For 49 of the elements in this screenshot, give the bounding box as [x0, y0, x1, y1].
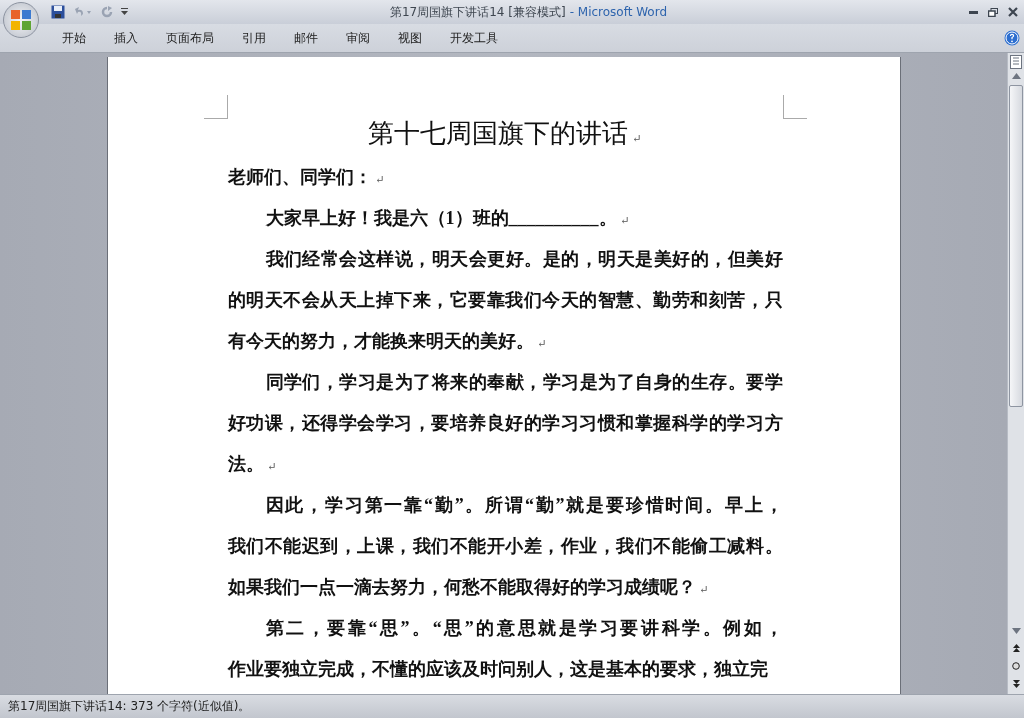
vertical-scrollbar[interactable] — [1007, 53, 1024, 694]
status-text: 第17周国旗下讲话14: 373 个字符(近似值)。 — [8, 698, 251, 715]
paragraph-mark: ↵ — [375, 173, 385, 185]
window-title: 第17周国旗下讲话14 [兼容模式] — [389, 4, 566, 19]
paragraph-mark: ↵ — [537, 337, 547, 349]
customize-caret-icon[interactable] — [121, 8, 128, 16]
close-icon[interactable] — [1008, 7, 1018, 17]
ribbon-tab[interactable]: 开始 — [48, 26, 100, 50]
text-line: 法。 — [227, 454, 264, 474]
text-line: 我们经常会这样说，明天会更好。是的，明天是美好的，但美好 — [265, 249, 783, 269]
ribbon-tab[interactable]: 引用 — [228, 26, 280, 50]
text-line: 好功课，还得学会学习，要培养良好的学习习惯和掌握科学的学习方 — [227, 413, 783, 433]
help-icon[interactable] — [1004, 30, 1020, 46]
app-name: - Microsoft Word — [569, 4, 668, 19]
save-icon[interactable] — [51, 5, 65, 19]
office-logo-icon — [8, 7, 34, 33]
ribbon-tab[interactable]: 邮件 — [280, 26, 332, 50]
text-line: 大家早上好！我是六（1）班的__________。 — [265, 208, 617, 228]
paragraph-mark: ↵ — [632, 132, 642, 144]
crop-mark — [203, 95, 228, 119]
ribbon-tab[interactable]: 页面布局 — [152, 26, 228, 50]
text-line: 的明天不会从天上掉下来，它要靠我们今天的智慧、勤劳和刻苦，只 — [227, 290, 783, 310]
scroll-up-icon[interactable] — [1011, 73, 1021, 79]
text-line: 作业要独立完成，不懂的应该及时问别人，这是基本的要求，独立完 — [227, 659, 768, 679]
paragraph-mark: ↵ — [267, 460, 277, 472]
text-line: 有今天的努力，才能换来明天的美好。 — [227, 331, 534, 351]
restore-icon[interactable] — [988, 7, 998, 17]
ruler-toggle-icon[interactable] — [1010, 55, 1022, 69]
scroll-thumb[interactable] — [1009, 85, 1023, 407]
ribbon-tab[interactable]: 插入 — [100, 26, 152, 50]
text-line: 同学们，学习是为了将来的奉献，学习是为了自身的生存。要学 — [265, 372, 783, 392]
ribbon-tab[interactable]: 审阅 — [332, 26, 384, 50]
minimize-icon[interactable] — [969, 10, 978, 14]
next-page-icon[interactable] — [1012, 680, 1020, 688]
crop-mark — [782, 95, 807, 119]
text-line: 因此，学习第一靠“勤”。所谓“勤”就是要珍惜时间。早上， — [265, 495, 783, 515]
text-line: 第二，要靠“思”。“思”的意思就是学习要讲科学。例如， — [265, 618, 783, 638]
paragraph-mark: ↵ — [620, 214, 630, 226]
previous-page-icon[interactable] — [1012, 644, 1020, 652]
text-line: 如果我们一点一滴去努力，何愁不能取得好的学习成绩呢？ — [227, 577, 696, 597]
text-line: 我们不能迟到，上课，我们不能开小差，作业，我们不能偷工减料。 — [227, 536, 783, 556]
ribbon-tab[interactable]: 开发工具 — [436, 26, 512, 50]
browse-object-icon[interactable] — [1012, 662, 1020, 670]
text-line: 老师们、同学们： — [227, 167, 372, 187]
paragraph-mark: ↵ — [699, 583, 709, 595]
ribbon-tab[interactable]: 视图 — [384, 26, 436, 50]
scroll-down-icon[interactable] — [1011, 628, 1021, 634]
office-button[interactable] — [3, 2, 39, 38]
document-title: 第十七周国旗下的讲话 — [368, 119, 629, 148]
